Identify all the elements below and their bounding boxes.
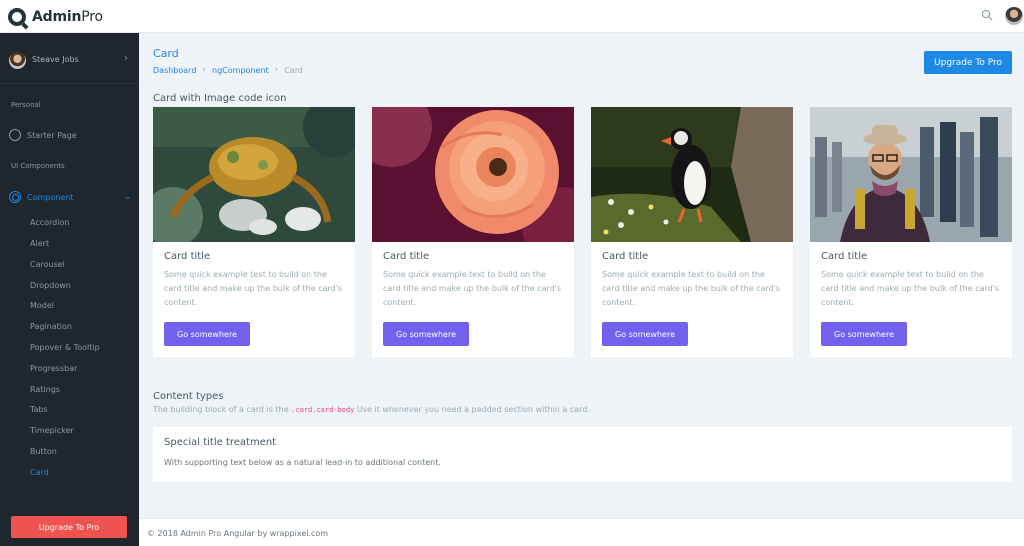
card-title: Card title [821, 251, 868, 262]
card-title: Card title [602, 251, 649, 262]
card: Card title Some quick example text to bu… [591, 107, 793, 357]
sub-item-tabs[interactable]: Tabs [30, 405, 48, 414]
brand-logo-link[interactable]: AdminPro [8, 7, 103, 27]
topbar: AdminPro [0, 0, 1024, 33]
sub-item-progressbar[interactable]: Progressbar [30, 364, 77, 373]
chevron-right-icon: › [202, 65, 207, 75]
breadcrumb-current: Card [284, 65, 303, 75]
content-types-title: Content types [153, 391, 224, 402]
sub-item-ratings[interactable]: Ratings [30, 385, 60, 394]
card-text: Some quick example text to build on the … [821, 270, 1000, 307]
inline-code: .card.card-body [291, 406, 355, 414]
sub-item-button[interactable]: Button [30, 447, 57, 456]
special-card: Special title treatment With supporting … [153, 427, 1012, 482]
user-profile[interactable]: Steave Jobs › [0, 33, 139, 84]
card-body: Card title Some quick example text to bu… [821, 251, 1003, 310]
upgrade-to-pro-button[interactable]: Upgrade To Pro [924, 51, 1012, 74]
sub-item-model[interactable]: Model [30, 301, 54, 310]
content-types-description: The building block of a card is the .car… [153, 405, 590, 414]
chevron-right-icon: › [274, 65, 279, 75]
special-title: Special title treatment [164, 437, 277, 448]
sidebar: Steave Jobs › Personal Starter Page UI C… [0, 33, 139, 546]
card-body: Card title Some quick example text to bu… [383, 251, 565, 310]
caption-ui-components: UI Components [11, 162, 65, 170]
card-body: Card title Some quick example text to bu… [164, 251, 346, 310]
card: Card title Some quick example text to bu… [372, 107, 574, 357]
caption-personal: Personal [11, 101, 41, 109]
chevron-right-icon: › [124, 53, 128, 64]
card-image-rose [372, 107, 574, 242]
card-image-crab [153, 107, 355, 242]
footer: © 2018 Admin Pro Angular by wrappixel.co… [139, 518, 1024, 546]
card-image-puffin [591, 107, 793, 242]
user-avatar [9, 52, 26, 69]
sub-item-timepicker[interactable]: Timepicker [30, 426, 74, 435]
sub-item-alert[interactable]: Alert [30, 239, 49, 248]
card-image-man [810, 107, 1012, 242]
sub-item-popover-tooltip[interactable]: Popover & Tooltip [30, 343, 100, 352]
go-somewhere-button[interactable]: Go somewhere [383, 322, 469, 346]
user-name: Steave Jobs [32, 55, 79, 64]
sub-item-dropdown[interactable]: Dropdown [30, 281, 71, 290]
go-somewhere-button[interactable]: Go somewhere [602, 322, 688, 346]
profile-avatar[interactable] [1005, 7, 1023, 25]
search-icon[interactable] [981, 9, 993, 21]
logo-icon [8, 8, 26, 26]
breadcrumb: Dashboard › ngComponent › Card [153, 65, 303, 75]
target-icon [9, 191, 21, 203]
card: Card title Some quick example text to bu… [810, 107, 1012, 357]
sub-item-card[interactable]: Card [30, 468, 49, 477]
card-body: Card title Some quick example text to bu… [602, 251, 784, 310]
section-title: Card with Image code icon [153, 93, 287, 104]
sidebar-item-label: Starter Page [27, 130, 77, 140]
card-title: Card title [383, 251, 430, 262]
page-title: Card [153, 47, 179, 60]
card-text: Some quick example text to build on the … [383, 270, 562, 307]
card-text: Some quick example text to build on the … [602, 270, 781, 307]
breadcrumb-ngcomponent[interactable]: ngComponent [212, 66, 269, 75]
sub-item-carousel[interactable]: Carousel [30, 260, 65, 269]
go-somewhere-button[interactable]: Go somewhere [821, 322, 907, 346]
desc-text: The building block of a card is the [153, 405, 289, 414]
card: Card title Some quick example text to bu… [153, 107, 355, 357]
go-somewhere-button[interactable]: Go somewhere [164, 322, 250, 346]
desc-text: Use it whenever you need a padded sectio… [356, 405, 590, 414]
sub-item-accordion[interactable]: Accordion [30, 218, 69, 227]
special-text: With supporting text below as a natural … [164, 458, 441, 467]
footer-text: © 2018 Admin Pro Angular by wrappixel.co… [147, 529, 329, 538]
breadcrumb-dashboard[interactable]: Dashboard [153, 66, 196, 75]
gauge-icon [9, 129, 21, 141]
sub-item-pagination[interactable]: Pagination [30, 322, 72, 331]
card-title: Card title [164, 251, 211, 262]
sidebar-item-starter[interactable]: Starter Page [9, 129, 77, 141]
sidebar-item-component[interactable]: Component [9, 191, 73, 203]
card-text: Some quick example text to build on the … [164, 270, 343, 307]
chevron-down-icon: ⌄ [124, 192, 132, 202]
sidebar-item-label: Component [27, 192, 74, 202]
sidebar-upgrade-button[interactable]: Upgrade To Pro [11, 516, 127, 538]
brand-text: AdminPro [32, 9, 103, 25]
